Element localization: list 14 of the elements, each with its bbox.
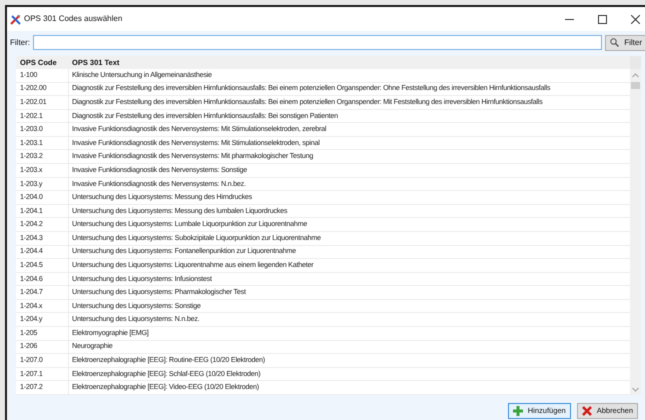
filter-field[interactable]: [33, 35, 602, 50]
close-icon[interactable]: [631, 14, 640, 24]
search-icon: [610, 38, 620, 47]
tools-icon: [10, 14, 21, 24]
close-icon: [582, 406, 592, 416]
scroll-up-icon[interactable]: [632, 73, 639, 78]
scroll-down-icon[interactable]: [632, 387, 639, 392]
window-title: OPS 301 Codes auswählen: [24, 13, 122, 25]
maximize-icon[interactable]: [598, 14, 607, 24]
plus-icon: [512, 406, 523, 416]
filter-label: Filter:: [10, 36, 30, 48]
scrollbar-thumb[interactable]: [631, 82, 640, 89]
scrollbar[interactable]: [630, 56, 641, 395]
filter-button[interactable]: Filter: [605, 34, 645, 50]
